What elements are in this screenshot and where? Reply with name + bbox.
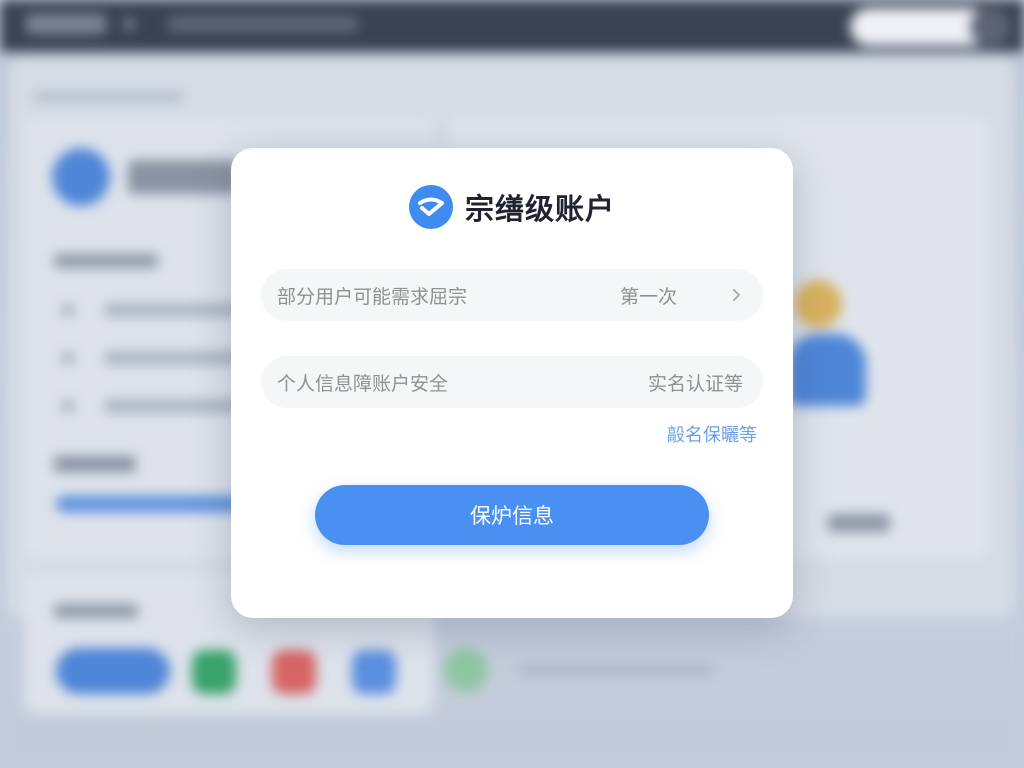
background-chevron-icon [124, 18, 134, 30]
dialog-header: 宗缮级账户 [231, 182, 793, 232]
background-button [828, 514, 890, 532]
background-person-icon [794, 280, 842, 328]
background-top-bar [0, 0, 1024, 52]
background-logo-icon [52, 148, 110, 206]
background-app-icon [192, 650, 236, 694]
background-progress-label [54, 456, 136, 472]
background-pill-button [56, 648, 170, 694]
background-subtitle [34, 92, 184, 102]
background-app-icon [272, 650, 316, 694]
dialog-title: 宗缮级账户 [464, 192, 615, 226]
background-section-label [54, 254, 158, 268]
background-account-pill [850, 8, 990, 46]
background-logo-text [128, 160, 238, 194]
background-person-body [788, 334, 866, 406]
account-upgrade-dialog: 宗缮级账户 部分用户可能需求屈宗 第一次 个人信息障账户安全 实名认证等 毃名保… [231, 148, 793, 618]
background-list-dot [62, 304, 74, 316]
background-app-title [26, 14, 106, 34]
identity-info-row[interactable]: 个人信息障账户安全 实名认证等 [261, 356, 763, 408]
protect-info-button[interactable]: 保炉信息 [315, 485, 709, 545]
background-status-icon [444, 648, 488, 692]
background-list-dot [62, 400, 74, 412]
background-list-dot [62, 352, 74, 364]
background-breadcrumb [168, 16, 358, 32]
chevron-right-icon [733, 289, 740, 301]
row-value: 实名认证等 [647, 372, 743, 395]
user-requirement-row[interactable]: 部分用户可能需求屈宗 第一次 [261, 269, 763, 321]
row-label: 部分用户可能需求屈宗 [277, 285, 468, 308]
background-bottom-label [54, 604, 138, 618]
background-avatar [970, 8, 1010, 46]
background-app-icon [352, 650, 396, 694]
more-verification-link[interactable]: 毃名保曬等 [667, 421, 757, 447]
row-value: 第一次 [619, 285, 677, 308]
background-bottom-text [518, 664, 714, 676]
row-label: 个人信息障账户安全 [277, 372, 449, 395]
shield-check-icon [408, 185, 453, 229]
